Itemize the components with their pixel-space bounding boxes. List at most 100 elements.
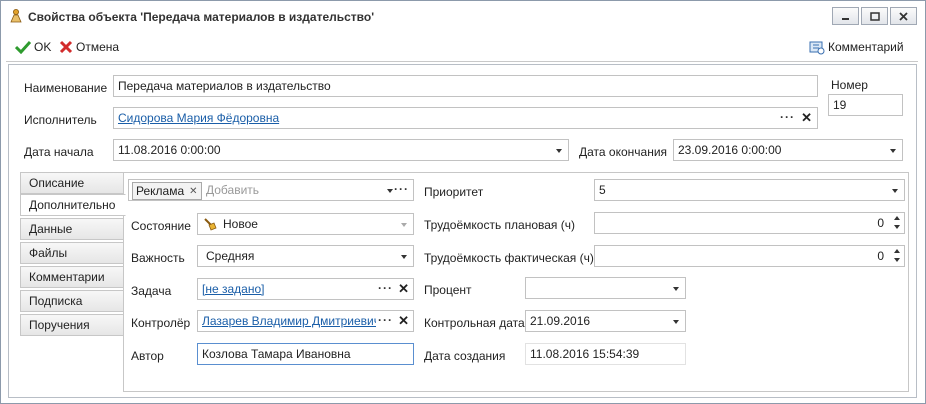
- state-field[interactable]: Новое: [197, 213, 414, 235]
- ellipsis-icon[interactable]: ···: [780, 108, 795, 127]
- window-controls: [832, 7, 917, 25]
- cancel-label: Отмена: [76, 40, 120, 54]
- person-icon: [10, 9, 22, 23]
- title-bar[interactable]: Свойства объекта 'Передача материалов в …: [1, 1, 925, 31]
- remove-tag-icon[interactable]: ✕: [189, 184, 197, 199]
- properties-dialog: Свойства объекта 'Передача материалов в …: [0, 0, 926, 404]
- end-date-label: Дата окончания: [579, 145, 668, 159]
- comment-refresh-icon: [809, 41, 825, 55]
- comment-label: Комментарий: [828, 40, 904, 54]
- tab-content-additional: Реклама ✕ Добавить ··· Состояние Новое В…: [123, 172, 909, 392]
- actual-effort-value: 0: [877, 249, 884, 263]
- chevron-down-icon[interactable]: [401, 255, 407, 259]
- end-date-field[interactable]: 23.09.2016 0:00:00: [673, 139, 903, 161]
- clear-executor-icon[interactable]: ✕: [801, 108, 812, 128]
- percent-select[interactable]: [525, 277, 686, 299]
- planned-effort-value: 0: [877, 216, 884, 230]
- tab-description[interactable]: Описание: [20, 172, 124, 194]
- minimize-icon: [842, 17, 849, 20]
- actual-effort-label: Трудоёмкость фактическая (ч): [424, 251, 594, 265]
- executor-label: Исполнитель: [24, 113, 97, 127]
- importance-value: Средняя: [206, 249, 255, 263]
- control-date-label: Контрольная дата: [424, 316, 525, 330]
- cancel-button[interactable]: Отмена: [59, 34, 119, 60]
- task-label: Задача: [131, 284, 172, 298]
- ellipsis-icon[interactable]: ···: [376, 311, 393, 330]
- close-button[interactable]: [890, 7, 917, 25]
- clear-task-icon[interactable]: ✕: [398, 279, 409, 299]
- tab-files[interactable]: Файлы: [20, 242, 124, 264]
- priority-label: Приоритет: [424, 185, 484, 199]
- percent-label: Процент: [424, 283, 472, 297]
- chevron-down-icon[interactable]: [387, 189, 393, 193]
- importance-select[interactable]: Средняя: [197, 245, 414, 267]
- executor-field[interactable]: Сидорова Мария Фёдоровна ··· ✕: [113, 107, 818, 129]
- chevron-down-icon: [401, 223, 407, 227]
- tab-additional[interactable]: Дополнительно: [20, 194, 126, 216]
- created-date-label: Дата создания: [424, 349, 506, 363]
- task-link[interactable]: [не задано]: [202, 279, 264, 299]
- number-value: 19: [833, 98, 847, 112]
- author-value: Козлова Тамара Ивановна: [202, 347, 351, 361]
- tab-data[interactable]: Данные: [20, 218, 124, 240]
- name-value: Передача материалов в издательство: [118, 79, 331, 93]
- priority-value: 5: [599, 183, 606, 197]
- planned-effort-label: Трудоёмкость плановая (ч): [424, 218, 576, 232]
- start-date-value: 11.08.2016 0:00:00: [118, 143, 221, 157]
- name-label: Наименование: [24, 81, 108, 95]
- tab-assignments[interactable]: Поручения: [20, 314, 124, 336]
- author-field[interactable]: Козлова Тамара Ивановна: [197, 343, 414, 365]
- broom-icon: [204, 218, 217, 231]
- maximize-button[interactable]: [861, 7, 888, 25]
- ok-button[interactable]: OK: [15, 34, 51, 60]
- tab-comments[interactable]: Комментарии: [20, 266, 124, 288]
- tag-chip[interactable]: Реклама ✕: [132, 182, 202, 200]
- importance-label: Важность: [131, 251, 185, 265]
- tab-subscription[interactable]: Подписка: [20, 290, 124, 312]
- toolbar-divider: [6, 61, 918, 62]
- task-field[interactable]: [не задано] ··· ✕: [197, 278, 414, 300]
- checkmark-icon: [15, 40, 31, 54]
- main-panel: Наименование Передача материалов в издат…: [8, 64, 917, 398]
- ellipsis-icon[interactable]: ···: [394, 180, 409, 199]
- author-label: Автор: [131, 349, 164, 363]
- control-date-field[interactable]: 21.09.2016: [525, 310, 686, 332]
- spinner-arrows-icon[interactable]: [893, 215, 901, 231]
- controller-link[interactable]: Лазарев Владимир Дмитриевич: [202, 311, 378, 331]
- name-field[interactable]: Передача материалов в издательство: [113, 75, 818, 97]
- state-label: Состояние: [131, 219, 191, 233]
- comment-button[interactable]: Комментарий: [809, 34, 904, 60]
- chevron-down-icon[interactable]: [556, 149, 562, 153]
- actual-effort-spinner[interactable]: 0: [594, 245, 905, 267]
- number-field[interactable]: 19: [828, 94, 903, 116]
- tag-placeholder: Добавить: [206, 183, 260, 197]
- clear-controller-icon[interactable]: ✕: [398, 311, 409, 331]
- ok-label: OK: [34, 40, 52, 54]
- priority-select[interactable]: 5: [594, 179, 905, 201]
- window-title: Свойства объекта 'Передача материалов в …: [28, 10, 375, 24]
- executor-link[interactable]: Сидорова Мария Фёдоровна: [118, 108, 279, 128]
- controller-label: Контролёр: [131, 316, 191, 330]
- controller-field[interactable]: Лазарев Владимир Дмитриевич ··· ✕: [197, 310, 414, 332]
- spinner-arrows-icon[interactable]: [893, 248, 901, 264]
- ellipsis-icon[interactable]: ···: [378, 279, 393, 298]
- chevron-down-icon[interactable]: [673, 287, 679, 291]
- maximize-icon: [869, 11, 880, 21]
- cancel-x-icon: [59, 40, 73, 54]
- close-icon: [899, 11, 908, 21]
- number-label: Номер: [831, 78, 868, 92]
- chevron-down-icon[interactable]: [673, 320, 679, 324]
- control-date-value: 21.09.2016: [530, 314, 591, 328]
- chevron-down-icon[interactable]: [890, 149, 896, 153]
- created-date-field: 11.08.2016 15:54:39: [525, 343, 686, 365]
- end-date-value: 23.09.2016 0:00:00: [678, 143, 782, 157]
- created-date-value: 11.08.2016 15:54:39: [530, 347, 640, 361]
- minimize-button[interactable]: [832, 7, 859, 25]
- state-value: Новое: [223, 217, 258, 231]
- tags-field[interactable]: Реклама ✕ Добавить ···: [128, 179, 414, 201]
- tag-chip-label: Реклама: [136, 183, 185, 198]
- chevron-down-icon[interactable]: [892, 189, 898, 193]
- start-date-field[interactable]: 11.08.2016 0:00:00: [113, 139, 569, 161]
- toolbar: OK Отмена Комментарий: [1, 34, 925, 60]
- planned-effort-spinner[interactable]: 0: [594, 212, 905, 234]
